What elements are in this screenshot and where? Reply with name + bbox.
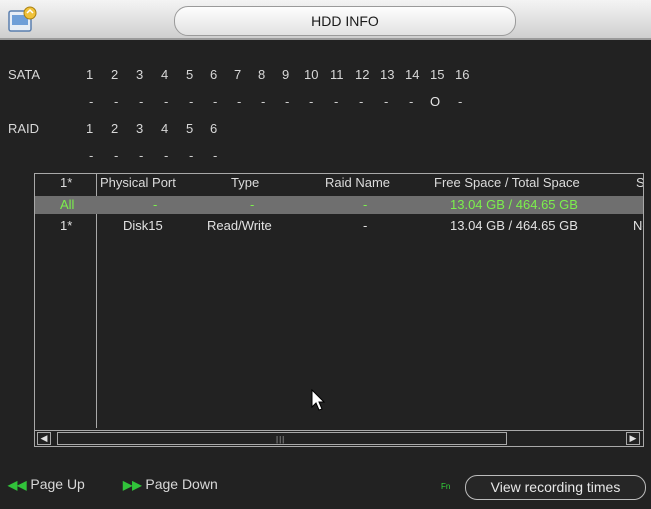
column-header-free-total-space[interactable]: Free Space / Total Space	[434, 175, 580, 190]
cell-physical-port: Disk15	[123, 218, 163, 233]
raid-port-number: 3	[136, 121, 144, 136]
raid-port-states: - - - - - -	[0, 148, 651, 166]
sata-port-state: -	[164, 94, 169, 109]
sata-port-number: 3	[136, 67, 144, 82]
sata-port-state: -	[261, 94, 266, 109]
sata-port-state: -	[458, 94, 463, 109]
mouse-pointer-icon	[311, 389, 326, 411]
window-title: HDD INFO	[174, 6, 516, 36]
sata-port-state: -	[114, 94, 119, 109]
raid-port-number: 4	[161, 121, 169, 136]
cell-type: Read/Write	[207, 218, 272, 233]
scrollbar-thumb[interactable]: |||	[57, 432, 507, 445]
scroll-right-icon[interactable]: ▶	[626, 432, 640, 445]
sata-port-state: -	[89, 94, 94, 109]
sata-port-number: 16	[455, 67, 470, 82]
sata-port-state: -	[309, 94, 314, 109]
disk-table: 1* Physical Port Type Raid Name Free Spa…	[34, 173, 644, 447]
sata-port-number: 8	[258, 67, 266, 82]
page-up-icon: ◀◀	[8, 478, 27, 492]
page-down-button[interactable]: ▶▶ Page Down	[123, 476, 218, 492]
cell-space: 13.04 GB / 464.65 GB	[450, 218, 578, 233]
cell-space: 13.04 GB / 464.65 GB	[450, 197, 578, 212]
raid-port-state: -	[139, 148, 144, 163]
sata-port-number: 2	[111, 67, 119, 82]
raid-port-number: 6	[210, 121, 218, 136]
column-header-physical-port[interactable]: Physical Port	[100, 175, 176, 190]
sata-port-number: 1	[86, 67, 94, 82]
cell-raid-name: -	[363, 197, 368, 212]
sata-port-state: -	[237, 94, 242, 109]
sata-port-state: -	[213, 94, 218, 109]
sata-port-states: - - - - - - - - - - - - - - O -	[0, 94, 651, 112]
sata-port-number: 6	[210, 67, 218, 82]
column-header-raid-name[interactable]: Raid Name	[325, 175, 390, 190]
column-header-status[interactable]: S	[636, 175, 643, 190]
raid-port-number: 2	[111, 121, 119, 136]
raid-port-number: 5	[186, 121, 194, 136]
sata-port-number: 4	[161, 67, 169, 82]
page-down-icon: ▶▶	[123, 478, 142, 492]
cell-raid-name: -	[363, 218, 368, 233]
page-up-button[interactable]: ◀◀ Page Up	[8, 476, 85, 492]
cell-type: -	[250, 197, 255, 212]
page-down-label: Page Down	[145, 476, 218, 492]
raid-port-state: -	[213, 148, 218, 163]
sata-port-number: 9	[282, 67, 290, 82]
cell-physical-port: -	[153, 197, 158, 212]
view-recording-times-button[interactable]: View recording times	[465, 475, 646, 500]
table-row[interactable]: 1* Disk15 Read/Write - 13.04 GB / 464.65…	[35, 217, 643, 235]
page-up-label: Page Up	[30, 476, 85, 492]
cell-index: 1*	[60, 218, 73, 233]
sata-port-state: -	[409, 94, 414, 109]
raid-port-state: -	[89, 148, 94, 163]
fn-key-hint: Fn	[441, 482, 451, 491]
column-header-type[interactable]: Type	[231, 175, 259, 190]
horizontal-scrollbar[interactable]: ◀ ||| ▶	[35, 430, 643, 446]
sata-port-state-active: O	[430, 94, 441, 109]
sata-port-state: -	[384, 94, 389, 109]
table-row[interactable]: All - - - 13.04 GB / 464.65 GB	[35, 196, 643, 214]
sata-port-number: 11	[330, 67, 344, 82]
scroll-left-icon[interactable]: ◀	[37, 432, 51, 445]
raid-port-number: 1	[86, 121, 94, 136]
sata-port-number: 13	[380, 67, 395, 82]
sata-port-state: -	[285, 94, 290, 109]
raid-port-state: -	[189, 148, 194, 163]
raid-port-state: -	[164, 148, 169, 163]
sata-port-number: 14	[405, 67, 420, 82]
sata-port-number: 7	[234, 67, 242, 82]
sata-port-number: 12	[355, 67, 370, 82]
raid-port-numbers: 1 2 3 4 5 6	[0, 121, 651, 139]
sata-port-numbers: 1 2 3 4 5 6 7 8 9 10 11 12 13 14 15 16	[0, 67, 651, 85]
sata-port-number: 10	[304, 67, 319, 82]
raid-port-state: -	[114, 148, 119, 163]
sata-port-state: -	[139, 94, 144, 109]
table-header: 1* Physical Port Type Raid Name Free Spa…	[35, 174, 643, 192]
column-header-index[interactable]: 1*	[60, 175, 72, 190]
sata-port-number: 5	[186, 67, 194, 82]
title-bar: HDD INFO	[0, 0, 651, 40]
sata-port-number: 15	[430, 67, 445, 82]
sata-port-state: -	[334, 94, 339, 109]
hdd-info-app-icon	[8, 6, 37, 32]
cell-status: No	[633, 218, 643, 233]
grip-icon: |||	[276, 435, 286, 444]
cell-index: All	[60, 197, 75, 212]
sata-port-state: -	[359, 94, 364, 109]
sata-port-state: -	[189, 94, 194, 109]
